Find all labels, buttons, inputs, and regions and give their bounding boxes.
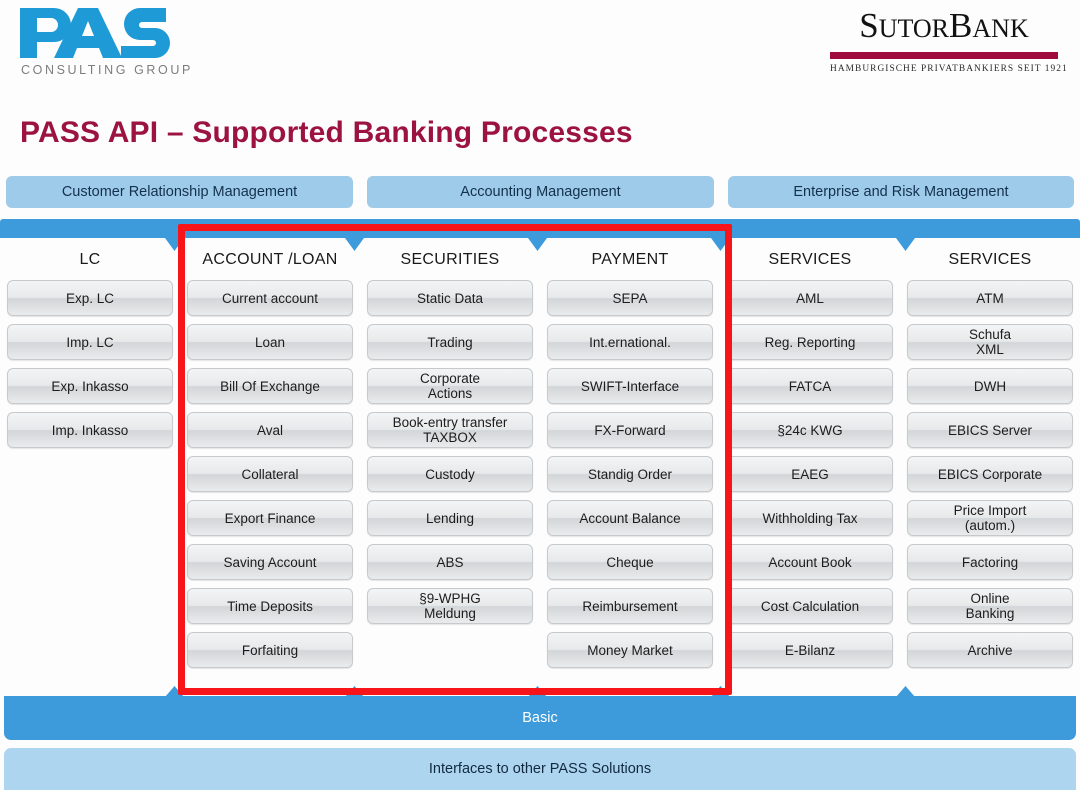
pass-logo-tagline: CONSULTING GROUP xyxy=(21,63,193,77)
cell-payment-0[interactable]: SEPA xyxy=(547,280,713,316)
cell-services1-6[interactable]: Account Book xyxy=(727,544,893,580)
cell-lc-7 xyxy=(7,588,173,624)
column-header-account-loan: ACCOUNT /LOAN xyxy=(202,251,338,268)
pass-logo: CONSULTING GROUP xyxy=(16,4,201,84)
basic-bar[interactable]: Basic xyxy=(4,696,1076,740)
slide-root: CONSULTING GROUP SUTORBANK HAMBURGISCHE … xyxy=(0,0,1080,790)
cell-securities-0[interactable]: Static Data xyxy=(367,280,533,316)
cell-services2-2[interactable]: DWH xyxy=(907,368,1073,404)
cell-services1-7[interactable]: Cost Calculation xyxy=(727,588,893,624)
cell-payment-6[interactable]: Cheque xyxy=(547,544,713,580)
sutorbank-logo: SUTORBANK HAMBURGISCHE PRIVATBANKIERS SE… xyxy=(830,6,1068,74)
cell-payment-5[interactable]: Account Balance xyxy=(547,500,713,536)
blue-divider-band xyxy=(0,219,1080,238)
cell-services2-5[interactable]: Price Import (autom.) xyxy=(907,500,1073,536)
cell-account-0[interactable]: Current account xyxy=(187,280,353,316)
cell-securities-1[interactable]: Trading xyxy=(367,324,533,360)
column-lc: LC Exp. LC Imp. LC Exp. Inkasso Imp. Ink… xyxy=(0,240,180,695)
cell-securities-7[interactable]: §9-WPHG Meldung xyxy=(367,588,533,624)
column-header-services-1: SERVICES xyxy=(768,251,852,268)
column-account-loan: ACCOUNT /LOAN Current account Loan Bill … xyxy=(180,240,360,695)
column-header-securities: SECURITIES xyxy=(400,251,500,268)
cell-services1-5[interactable]: Withholding Tax xyxy=(727,500,893,536)
column-services-1: SERVICES AML Reg. Reporting FATCA §24c K… xyxy=(720,240,900,695)
category-pill-accounting[interactable]: Accounting Management xyxy=(367,176,714,208)
sutorbank-subtitle: HAMBURGISCHE PRIVATBANKIERS SEIT 1921 xyxy=(830,64,1068,74)
cell-lc-2[interactable]: Exp. Inkasso xyxy=(7,368,173,404)
category-pill-crm[interactable]: Customer Relationship Management xyxy=(6,176,353,208)
cell-lc-4 xyxy=(7,456,173,492)
cell-account-3[interactable]: Aval xyxy=(187,412,353,448)
cell-securities-2[interactable]: Corporate Actions xyxy=(367,368,533,404)
cell-lc-8 xyxy=(7,632,173,668)
cell-securities-6[interactable]: ABS xyxy=(367,544,533,580)
cell-account-6[interactable]: Saving Account xyxy=(187,544,353,580)
cell-lc-0[interactable]: Exp. LC xyxy=(7,280,173,316)
column-services-2: SERVICES ATM Schufa XML DWH EBICS Server … xyxy=(900,240,1080,695)
cell-services2-3[interactable]: EBICS Server xyxy=(907,412,1073,448)
cell-lc-6 xyxy=(7,544,173,580)
category-row: Customer Relationship Management Account… xyxy=(0,176,1080,208)
cell-account-4[interactable]: Collateral xyxy=(187,456,353,492)
cell-securities-8 xyxy=(367,632,533,668)
cell-account-8[interactable]: Forfaiting xyxy=(187,632,353,668)
sutorbank-utor: UTOR xyxy=(878,14,950,43)
cell-services2-8[interactable]: Archive xyxy=(907,632,1073,668)
cell-securities-3[interactable]: Book-entry transfer TAXBOX xyxy=(367,412,533,448)
cell-services1-4[interactable]: EAEG xyxy=(727,456,893,492)
cell-account-7[interactable]: Time Deposits xyxy=(187,588,353,624)
cell-payment-2[interactable]: SWIFT-Interface xyxy=(547,368,713,404)
page-title: PASS API – Supported Banking Processes xyxy=(20,116,633,149)
cell-account-5[interactable]: Export Finance xyxy=(187,500,353,536)
cell-services1-1[interactable]: Reg. Reporting xyxy=(727,324,893,360)
cell-payment-8[interactable]: Money Market xyxy=(547,632,713,668)
cell-services2-0[interactable]: ATM xyxy=(907,280,1073,316)
column-header-payment: PAYMENT xyxy=(591,251,669,268)
cell-account-2[interactable]: Bill Of Exchange xyxy=(187,368,353,404)
sutorbank-wordmark: SUTORBANK xyxy=(830,6,1058,49)
sutorbank-b: B xyxy=(949,6,973,45)
category-pill-enterprise-risk[interactable]: Enterprise and Risk Management xyxy=(728,176,1074,208)
cell-securities-4[interactable]: Custody xyxy=(367,456,533,492)
sutorbank-rule xyxy=(830,52,1058,59)
cell-services2-6[interactable]: Factoring xyxy=(907,544,1073,580)
cell-services1-3[interactable]: §24c KWG xyxy=(727,412,893,448)
sutorbank-ank: ANK xyxy=(972,14,1029,43)
cell-services2-7[interactable]: Online Banking xyxy=(907,588,1073,624)
column-header-lc: LC xyxy=(79,251,101,268)
process-columns: LC Exp. LC Imp. LC Exp. Inkasso Imp. Ink… xyxy=(0,240,1080,695)
sutorbank-s: S xyxy=(859,6,879,45)
cell-payment-7[interactable]: Reimbursement xyxy=(547,588,713,624)
cell-lc-3[interactable]: Imp. Inkasso xyxy=(7,412,173,448)
cell-services1-0[interactable]: AML xyxy=(727,280,893,316)
column-securities: SECURITIES Static Data Trading Corporate… xyxy=(360,240,540,695)
pass-logo-icon xyxy=(20,8,170,58)
cell-services2-1[interactable]: Schufa XML xyxy=(907,324,1073,360)
cell-lc-1[interactable]: Imp. LC xyxy=(7,324,173,360)
cell-lc-5 xyxy=(7,500,173,536)
cell-payment-4[interactable]: Standig Order xyxy=(547,456,713,492)
cell-payment-3[interactable]: FX-Forward xyxy=(547,412,713,448)
cell-services1-8[interactable]: E-Bilanz xyxy=(727,632,893,668)
cell-services2-4[interactable]: EBICS Corporate xyxy=(907,456,1073,492)
cell-securities-5[interactable]: Lending xyxy=(367,500,533,536)
cell-account-1[interactable]: Loan xyxy=(187,324,353,360)
column-header-services-2: SERVICES xyxy=(948,251,1032,268)
cell-payment-1[interactable]: Int.ernational. xyxy=(547,324,713,360)
cell-services1-2[interactable]: FATCA xyxy=(727,368,893,404)
interfaces-bar[interactable]: Interfaces to other PASS Solutions xyxy=(4,748,1076,790)
column-payment: PAYMENT SEPA Int.ernational. SWIFT-Inter… xyxy=(540,240,720,695)
